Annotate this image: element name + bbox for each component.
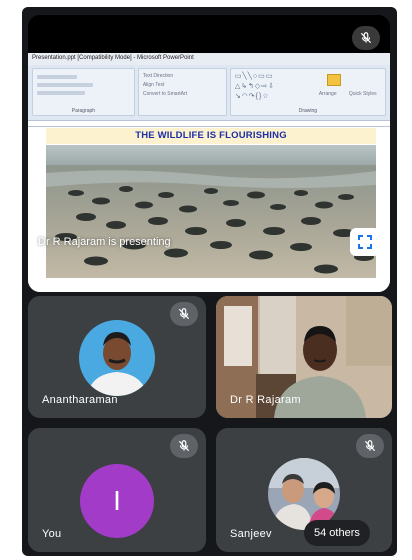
- mic-off-badge: [170, 302, 198, 326]
- ppt-window-title: Presentation.ppt [Compatibility Mode] - …: [28, 53, 390, 65]
- powerpoint-window: Presentation.ppt [Compatibility Mode] - …: [28, 53, 390, 292]
- others-count-button[interactable]: 54 others: [304, 520, 370, 546]
- avatar-anantharaman: [79, 320, 155, 396]
- ribbon-paragraph-label: Paragraph: [71, 108, 96, 114]
- ribbon-group-text: Text Direction Align Text Convert to Sma…: [137, 68, 227, 116]
- mic-off-icon: [178, 440, 190, 452]
- participant-name: Anantharaman: [42, 394, 118, 406]
- mic-off-icon: [360, 32, 372, 44]
- ribbon-group-paragraph: Paragraph: [32, 68, 135, 116]
- participant-tile-anantharaman[interactable]: Anantharaman: [28, 296, 206, 418]
- arrange-label: Arrange: [318, 91, 337, 97]
- ribbon-drawing-label: Drawing: [298, 108, 318, 114]
- shapes-gallery: ▭╲╲○▭▭: [234, 73, 274, 80]
- arrange-icon: [326, 74, 341, 86]
- text-direction-label: Text Direction: [142, 73, 174, 79]
- mic-off-badge: [356, 434, 384, 458]
- avatar-initial: I: [80, 464, 154, 538]
- participant-tile-dr-r-rajaram[interactable]: Dr R Rajaram: [216, 296, 392, 418]
- participant-name: You: [42, 528, 62, 540]
- convert-smartart-label: Convert to SmartArt: [142, 91, 188, 97]
- align-text-label: Align Text: [142, 82, 165, 88]
- presentation-tile[interactable]: Presentation.ppt [Compatibility Mode] - …: [28, 15, 390, 292]
- slide-title: THE WILDLIFE IS FLOURISHING: [46, 128, 376, 144]
- mic-off-icon: [178, 308, 190, 320]
- slide: THE WILDLIFE IS FLOURISHING: [28, 127, 390, 292]
- quick-styles-label: Quick Styles: [348, 91, 377, 97]
- ribbon-group-drawing: ▭╲╲○▭▭ △↳↰◇⇨⇩ ↘◠↷{}☆ Arrange Quick Style…: [229, 68, 387, 116]
- mic-off-badge: [170, 434, 198, 458]
- presentation-topbar: [28, 15, 390, 53]
- fullscreen-button[interactable]: [350, 228, 380, 256]
- meeting-screen: Presentation.ppt [Compatibility Mode] - …: [22, 7, 397, 556]
- presentation-mic-off-badge: [352, 26, 380, 50]
- participant-tile-sanjeev[interactable]: Sanjeev 54 others: [216, 428, 392, 552]
- fullscreen-icon: [358, 235, 372, 249]
- mic-off-icon: [364, 440, 376, 452]
- participant-name: Sanjeev: [230, 528, 272, 540]
- participant-tile-you[interactable]: I You: [28, 428, 206, 552]
- presenting-label: Dr R Rajaram is presenting: [38, 236, 171, 248]
- ppt-ribbon: Paragraph Text Direction Align Text Conv…: [28, 65, 390, 121]
- participant-name: Dr R Rajaram: [230, 394, 301, 406]
- turtles-beach-photo: [46, 145, 376, 278]
